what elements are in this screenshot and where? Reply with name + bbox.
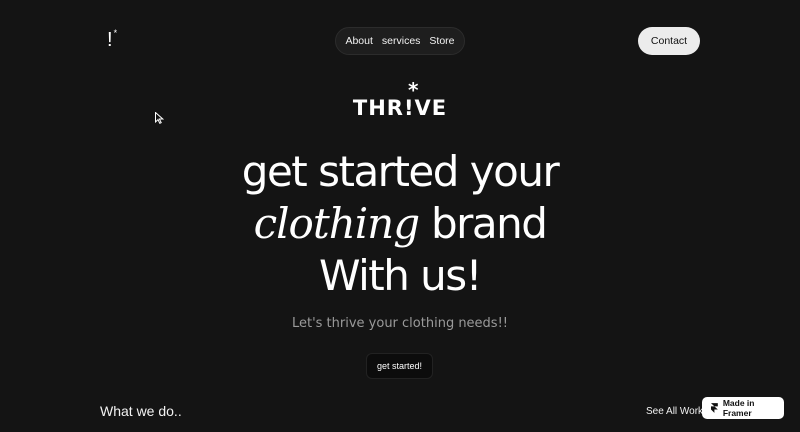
hero-line-3: With us!: [318, 251, 483, 300]
get-started-button[interactable]: get started!: [366, 353, 433, 379]
made-in-framer-badge[interactable]: Made in Framer: [702, 397, 784, 419]
contact-button[interactable]: Contact: [638, 27, 700, 55]
see-all-work-link[interactable]: See All Work: [646, 406, 703, 417]
hero-line-2: clothing brand: [0, 198, 800, 250]
brand-logo: THR!VE: [352, 96, 448, 120]
nav-link-store[interactable]: Store: [429, 35, 454, 47]
hero-line-2-rest: brand: [419, 199, 548, 248]
nav-link-about[interactable]: About: [345, 35, 372, 47]
section-title: What we do..: [100, 403, 182, 419]
top-nav: About services Store: [335, 27, 465, 55]
logo-text: !: [107, 29, 113, 51]
logo-asterisk: *: [113, 28, 118, 39]
made-in-framer-label: Made in Framer: [722, 398, 755, 418]
framer-icon: [711, 403, 718, 413]
hero-subtitle: Let's thrive your clothing needs!!: [291, 316, 509, 331]
nav-link-services[interactable]: services: [382, 35, 421, 47]
hero-headline: get started your clothing brand With us!: [0, 146, 800, 302]
hero-italic-word: clothing: [253, 199, 421, 248]
hero-line-1: get started your: [241, 147, 560, 196]
logo-mark[interactable]: !*: [107, 28, 118, 51]
